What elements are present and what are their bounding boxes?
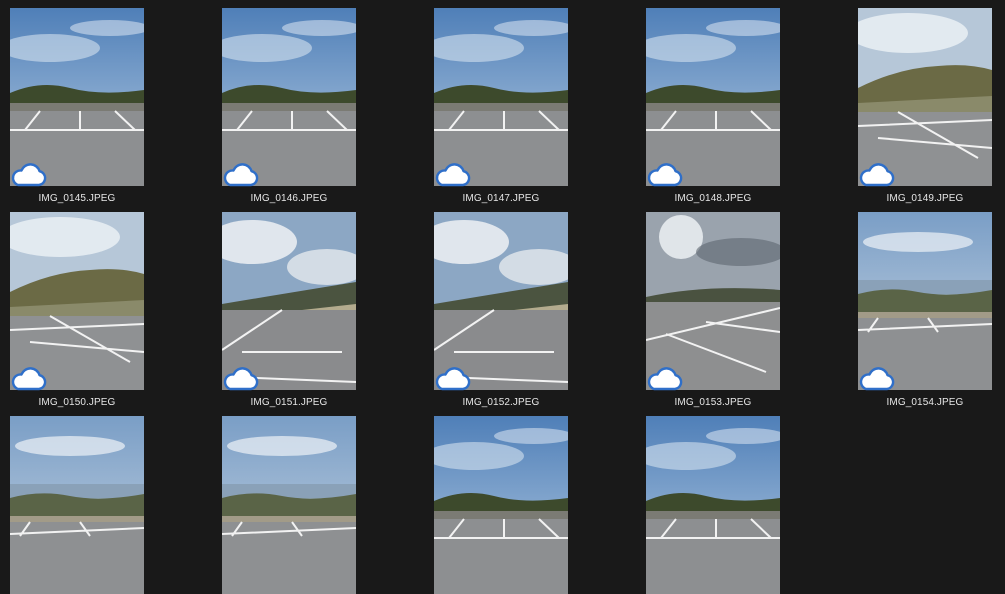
cloud-icon	[432, 366, 472, 392]
cloud-icon	[644, 366, 684, 392]
photo-thumbnail[interactable]	[222, 8, 356, 186]
photo-thumbnail[interactable]	[10, 8, 144, 186]
photo-thumbnail[interactable]	[646, 212, 780, 390]
file-name-label: IMG_0150.JPEG	[38, 397, 116, 408]
photo-thumbnail[interactable]	[10, 416, 144, 594]
photo-thumbnail[interactable]	[858, 8, 992, 186]
cloud-icon	[8, 366, 48, 392]
file-name-label: IMG_0148.JPEG	[674, 193, 752, 204]
file-name-label: IMG_0151.JPEG	[250, 397, 328, 408]
photo-thumbnail[interactable]	[10, 212, 144, 390]
file-name-label: IMG_0153.JPEG	[674, 397, 752, 408]
file-grid: IMG_0145.JPEG IMG_0146.JPEG IMG_0147.JPE…	[0, 0, 1005, 594]
photo-thumbnail[interactable]	[434, 416, 568, 594]
cloud-icon	[8, 162, 48, 188]
file-name-label: IMG_0145.JPEG	[38, 193, 116, 204]
photo-thumbnail[interactable]	[222, 212, 356, 390]
photo-thumbnail[interactable]	[646, 416, 780, 594]
photo-thumbnail[interactable]	[434, 8, 568, 186]
file-name-label: IMG_0149.JPEG	[886, 193, 964, 204]
photo-thumbnail[interactable]	[858, 212, 992, 390]
cloud-icon	[220, 162, 260, 188]
cloud-icon	[220, 366, 260, 392]
cloud-icon	[856, 366, 896, 392]
photo-thumbnail[interactable]	[222, 416, 356, 594]
cloud-icon	[644, 162, 684, 188]
cloud-icon	[432, 162, 472, 188]
file-name-label: IMG_0147.JPEG	[462, 193, 540, 204]
photo-thumbnail[interactable]	[434, 212, 568, 390]
photo-thumbnail[interactable]	[646, 8, 780, 186]
file-name-label: IMG_0154.JPEG	[886, 397, 964, 408]
file-name-label: IMG_0152.JPEG	[462, 397, 540, 408]
file-name-label: IMG_0146.JPEG	[250, 193, 328, 204]
cloud-icon	[856, 162, 896, 188]
